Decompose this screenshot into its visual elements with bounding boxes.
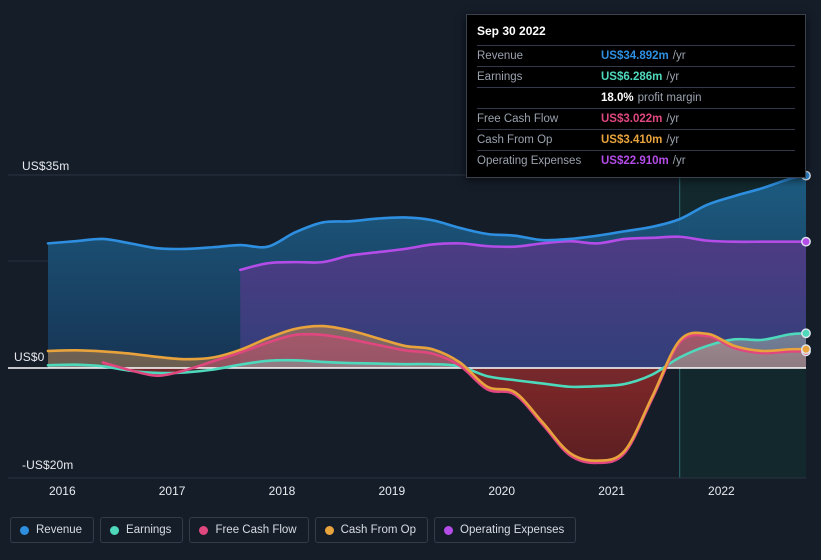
legend-item-label: Free Cash Flow (215, 524, 297, 536)
y-axis-label-max: US$35m (22, 159, 70, 173)
operating-expenses-endpoint (801, 236, 811, 247)
legend-item-label: Revenue (36, 524, 83, 536)
tooltip-row-unit: profit margin (637, 92, 702, 104)
legend-color-dot-icon (20, 525, 29, 535)
legend-item-earnings[interactable]: Earnings (100, 517, 184, 543)
x-axis-tick-2016: 2016 (48, 484, 76, 498)
tooltip-row-unit: /yr (672, 50, 686, 62)
x-axis-tick-2022: 2022 (708, 484, 735, 498)
tooltip-row-label: Free Cash Flow (477, 113, 559, 125)
cash-from-op-endpoint (801, 344, 811, 355)
tooltip-row-unit: /yr (666, 113, 680, 125)
tooltip-row: Operating Expenses US$22.910m/yr (477, 150, 795, 171)
tooltip-row-value: US$6.286m (601, 71, 663, 83)
tooltip-row: Cash From Op US$3.410m/yr (477, 129, 795, 150)
y-axis-label-zero: US$0 (14, 350, 45, 364)
legend-item-label: Operating Expenses (460, 524, 565, 536)
legend-item-free-cash-flow[interactable]: Free Cash Flow (189, 517, 309, 543)
tooltip-row-value: US$22.910m (601, 155, 669, 167)
legend-item-label: Earnings (126, 524, 172, 536)
financial-chart-widget: US$35m US$0 -US$20m 2016 2017 2018 2019 2020… (0, 0, 821, 560)
tooltip-row-value: US$3.022m (601, 113, 663, 125)
legend-item-cash-from-op[interactable]: Cash From Op (314, 517, 429, 543)
tooltip-row: 18.0% profit margin (477, 87, 795, 108)
x-axis-tick-2017: 2017 (158, 484, 186, 498)
chart-tooltip: Sep 30 2022 Revenue US$34.892m/yr Earnings… (466, 14, 806, 178)
tooltip-row-unit: /yr (666, 134, 680, 146)
tooltip-row-label: Operating Expenses (477, 155, 582, 167)
x-axis-tick-2021: 2021 (598, 484, 625, 498)
tooltip-row: Revenue US$34.892m/yr (477, 45, 795, 66)
tooltip-row-value: US$34.892m (601, 50, 669, 62)
tooltip-row-label: Revenue (477, 50, 524, 62)
legend-item-revenue[interactable]: Revenue (10, 517, 95, 543)
tooltip-row-label: Earnings (477, 71, 523, 83)
legend-color-dot-icon (444, 525, 454, 535)
x-axis-tick-2019: 2019 (378, 484, 406, 498)
tooltip-row: Earnings US$6.286m/yr (477, 66, 795, 87)
tooltip-row-unit: /yr (672, 155, 686, 167)
y-axis-label-min: -US$20m (22, 458, 74, 472)
legend-item-operating-expenses[interactable]: Operating Expenses (434, 517, 577, 543)
earnings-endpoint (801, 328, 811, 339)
x-axis-tick-2018: 2018 (268, 484, 296, 498)
tooltip-date: Sep 30 2022 (477, 24, 546, 38)
chart-legend[interactable]: Revenue Earnings Free Cash Flow Cash From O… (10, 517, 577, 543)
legend-color-dot-icon (199, 525, 209, 535)
tooltip-rows: Revenue US$34.892m/yr Earnings US$6.286m/yr… (477, 45, 795, 171)
tooltip-row-label: Cash From Op (477, 134, 553, 146)
legend-color-dot-icon (324, 525, 334, 535)
legend-item-label: Cash From Op (340, 524, 417, 536)
tooltip-row: Free Cash Flow US$3.022m/yr (477, 108, 795, 129)
tooltip-row-value: 18.0% (601, 92, 634, 104)
tooltip-row-value: US$3.410m (601, 134, 663, 146)
x-axis-tick-2020: 2020 (488, 484, 516, 498)
legend-color-dot-icon (110, 525, 120, 535)
tooltip-row-unit: /yr (666, 71, 680, 83)
